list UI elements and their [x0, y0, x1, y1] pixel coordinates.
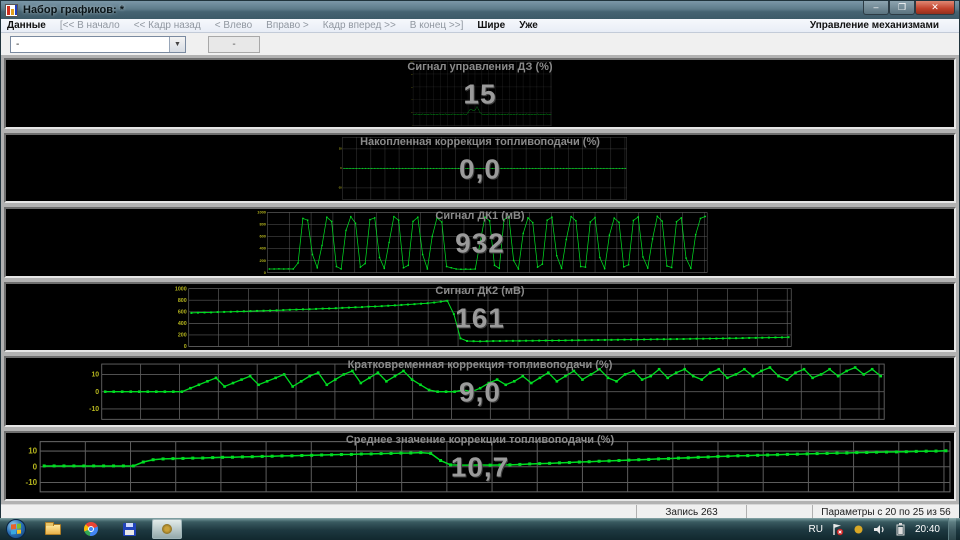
plot-area: 1000 800 600 400 200 0 [175, 286, 792, 350]
toolbar: - ▼ - [1, 33, 959, 55]
start-button[interactable] [6, 519, 26, 539]
menu-item-kadr-nazad: << Кадр назад [133, 20, 201, 31]
system-tray: RU 20:40 [809, 518, 960, 540]
svg-text:0: 0 [340, 167, 342, 170]
svg-text:80: 80 [411, 73, 413, 75]
menu-item-dannye[interactable]: Данные [7, 20, 46, 31]
svg-text:100: 100 [411, 60, 413, 62]
diagnostic-app-icon [162, 524, 172, 534]
floppy-disk-icon [122, 522, 136, 536]
svg-text:400: 400 [259, 246, 265, 251]
graph-panel-6[interactable]: 10 0 -10 Среднее значение коррекции топливо… [4, 430, 956, 501]
graph-panel-2[interactable]: 10 0 -10 Накопленная коррекция топливоподач… [4, 132, 956, 203]
svg-text:0: 0 [33, 462, 38, 471]
plot-area: 100 80 60 40 20 0 [411, 60, 552, 127]
svg-text:400: 400 [178, 321, 187, 327]
menu-item-v-konec: В конец >>] [409, 20, 464, 31]
chrome-taskbar-button[interactable] [78, 520, 104, 538]
svg-text:-10: -10 [89, 406, 99, 413]
menu-item-kadr-vpered: Кадр вперед >> [322, 20, 396, 31]
menu-item-vpravo: Вправо > [266, 20, 309, 31]
svg-text:600: 600 [259, 234, 265, 239]
maximize-button[interactable]: ❐ [889, 1, 915, 15]
svg-text:40: 40 [411, 98, 413, 101]
plot-area: 10 0 -10 [338, 136, 627, 200]
status-params: Параметры с 20 по 25 из 56 [821, 506, 951, 518]
chevron-down-icon[interactable]: ▼ [169, 36, 185, 52]
menu-item-uzhe[interactable]: Уже [519, 20, 538, 31]
status-record: Запись 263 [637, 505, 747, 519]
frame-counter-box: - [208, 35, 260, 53]
graph-panel-4[interactable]: 1000 800 600 400 200 0 Сигнал ДК2 (мВ) 161 [4, 281, 956, 352]
plot-area: 10 0 -10 [26, 440, 951, 492]
menu-bar: Данные [<< В начало << Кадр назад < Влево Вп… [1, 19, 959, 33]
svg-text:200: 200 [178, 332, 187, 338]
menu-item-v-nachalo: [<< В начало [59, 20, 120, 31]
svg-text:-10: -10 [26, 477, 38, 486]
svg-text:10: 10 [339, 147, 342, 150]
svg-text:0: 0 [412, 125, 413, 127]
svg-text:800: 800 [178, 297, 187, 303]
menu-item-shire[interactable]: Шире [477, 20, 505, 31]
explorer-taskbar-button[interactable] [40, 520, 66, 538]
svg-text:800: 800 [259, 222, 265, 227]
action-center-flag-icon[interactable] [831, 523, 844, 536]
taskbar: RU 20:40 [0, 518, 960, 540]
chrome-icon [84, 522, 98, 536]
volume-icon[interactable] [873, 523, 886, 536]
svg-text:0: 0 [184, 344, 187, 350]
svg-text:1000: 1000 [257, 210, 266, 215]
graph-panels-container: 100 80 60 40 20 0 Сигнал управления ДЗ (%) 15 10… [1, 55, 959, 504]
save-app-taskbar-button[interactable] [116, 520, 142, 538]
svg-text:20: 20 [411, 112, 413, 114]
graph-panel-5[interactable]: 10 0 -10 Кратковременная коррекция топливоп… [4, 356, 956, 427]
show-desktop-button[interactable] [948, 518, 956, 540]
clock[interactable]: 20:40 [915, 524, 940, 535]
status-segment-empty-2 [747, 505, 813, 519]
plot-area: 10 0 -10 [89, 363, 885, 420]
app-window: Набор графиков: * – ❐ ✕ Данные [<< В нача… [0, 0, 960, 519]
windows-flag-icon [11, 523, 21, 535]
minimize-button[interactable]: – [863, 1, 889, 15]
graph-set-combobox[interactable]: - ▼ [10, 35, 186, 53]
svg-text:60: 60 [411, 86, 413, 88]
svg-text:10: 10 [91, 372, 99, 379]
app-icon [5, 3, 18, 17]
graph-panel-1[interactable]: 100 80 60 40 20 0 Сигнал управления ДЗ (%) 15 [4, 58, 956, 129]
language-indicator[interactable]: RU [809, 524, 823, 535]
svg-text:0: 0 [264, 270, 266, 275]
graph-panel-3[interactable]: 1000 800 600 400 200 0 Сигнал ДК1 (мВ) 932 [4, 207, 956, 278]
status-segment-empty [1, 505, 637, 519]
svg-text:0: 0 [95, 389, 99, 396]
menu-item-vlevo: < Влево [214, 20, 253, 31]
title-bar[interactable]: Набор графиков: * – ❐ ✕ [1, 1, 959, 19]
active-app-taskbar-button[interactable] [152, 519, 182, 539]
plot-area: 1000 800 600 400 200 0 [257, 210, 708, 275]
svg-text:600: 600 [178, 309, 187, 315]
window-controls: – ❐ ✕ [863, 1, 955, 15]
svg-text:10: 10 [28, 446, 37, 455]
svg-text:1000: 1000 [175, 286, 187, 292]
svg-text:200: 200 [259, 258, 265, 263]
folder-icon [45, 521, 61, 535]
menu-item-upravlenie-mekhanizmami[interactable]: Управление механизмами [810, 20, 939, 31]
close-button[interactable]: ✕ [915, 1, 955, 15]
window-title: Набор графиков: * [23, 4, 124, 16]
status-bar: Запись 263 Параметры с 20 по 25 из 56 [1, 504, 959, 519]
svg-text:-10: -10 [338, 186, 342, 189]
battery-icon[interactable] [894, 522, 907, 536]
combobox-value: - [16, 38, 20, 50]
notification-icon[interactable] [852, 523, 865, 536]
